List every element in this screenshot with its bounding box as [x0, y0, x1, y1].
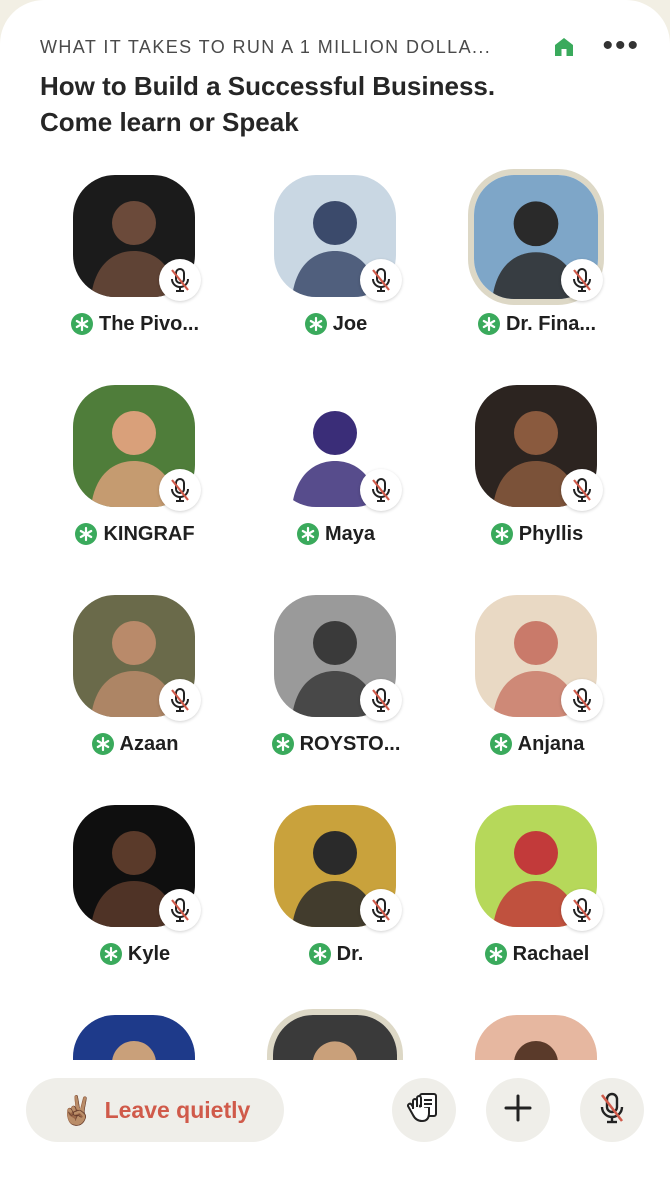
room-title: How to Build a Successful Business. Come…	[40, 68, 600, 140]
speaker-name-row: Dr.	[236, 939, 436, 969]
room-header: WHAT IT TAKES TO RUN A 1 MILLION DOLLA..…	[40, 30, 650, 140]
speaker-name: Dr.	[336, 942, 364, 965]
speaker-name-row: Azaan	[35, 729, 235, 759]
speaker-name-row: ROYSTO...	[236, 729, 436, 759]
moderator-icon	[70, 313, 93, 335]
muted-mic-icon	[561, 469, 603, 511]
moderator-icon	[477, 313, 500, 335]
speaker-name: Phyllis	[518, 522, 584, 545]
muted-mic-icon	[360, 469, 402, 511]
speaker-name-row: KINGRAF	[35, 519, 235, 549]
muted-mic-icon	[561, 259, 603, 301]
muted-mic-icon	[159, 679, 201, 721]
moderator-icon	[296, 523, 319, 545]
speaker-name: Azaan	[119, 732, 179, 755]
mic-muted-icon	[597, 1091, 627, 1130]
club-row: WHAT IT TAKES TO RUN A 1 MILLION DOLLA..…	[40, 30, 650, 64]
avatar[interactable]	[73, 1015, 195, 1060]
house-icon	[554, 36, 576, 58]
speaker-name-row: The Pivo...	[35, 309, 235, 339]
moderator-icon	[484, 943, 507, 965]
speaker-grid: The Pivo... Joe Dr. Fina... KINGRAF Maya Phyl…	[0, 0, 670, 1060]
room-title-line1: How to Build a Successful Business.	[40, 71, 496, 101]
moderator-icon	[304, 313, 327, 335]
muted-mic-icon	[159, 469, 201, 511]
peace-sign-icon: ✌🏽	[59, 1094, 95, 1126]
muted-mic-icon	[159, 259, 201, 301]
speaker-name: Dr. Fina...	[505, 312, 597, 335]
speaker-name: Kyle	[127, 942, 171, 965]
muted-mic-icon	[159, 889, 201, 931]
speaker-name-row: Dr. Fina...	[437, 309, 637, 339]
speaker-name: The Pivo...	[98, 312, 200, 335]
raise-hand-icon	[405, 1089, 443, 1132]
speaker-name: ROYSTO...	[299, 732, 401, 755]
speaker-name-row: Rachael	[437, 939, 637, 969]
avatar[interactable]	[475, 1015, 597, 1060]
muted-mic-icon	[561, 679, 603, 721]
moderator-icon	[489, 733, 512, 755]
speaker-name: Anjana	[517, 732, 585, 755]
add-button[interactable]	[486, 1078, 550, 1142]
more-options-icon[interactable]: •••	[602, 31, 640, 61]
speaker-name: Joe	[332, 312, 368, 335]
speaker-name-row: Maya	[236, 519, 436, 549]
speaker-name: KINGRAF	[103, 522, 195, 545]
raise-hand-button[interactable]	[392, 1078, 456, 1142]
moderator-icon	[490, 523, 513, 545]
speaker-name-row: Anjana	[437, 729, 637, 759]
avatar[interactable]	[267, 1009, 403, 1060]
moderator-icon	[91, 733, 114, 755]
mic-toggle-button[interactable]	[580, 1078, 644, 1142]
room-title-line2: Come learn or Speak	[40, 107, 299, 137]
bottom-bar: ✌🏽 Leave quietly	[0, 1060, 670, 1200]
muted-mic-icon	[360, 889, 402, 931]
speaker-name-row: Phyllis	[437, 519, 637, 549]
muted-mic-icon	[360, 259, 402, 301]
speaker-name: Maya	[324, 522, 376, 545]
plus-icon	[501, 1091, 535, 1130]
club-name[interactable]: WHAT IT TAKES TO RUN A 1 MILLION DOLLA..…	[40, 37, 540, 58]
muted-mic-icon	[561, 889, 603, 931]
speaker-name: Rachael	[512, 942, 590, 965]
room-card: The Pivo... Joe Dr. Fina... KINGRAF Maya Phyl…	[0, 0, 670, 1200]
muted-mic-icon	[360, 679, 402, 721]
moderator-icon	[75, 523, 98, 545]
moderator-icon	[308, 943, 331, 965]
speaker-name-row: Kyle	[35, 939, 235, 969]
leave-quietly-button[interactable]: ✌🏽 Leave quietly	[26, 1078, 284, 1142]
leave-quietly-label: Leave quietly	[104, 1096, 251, 1123]
speaker-name-row: Joe	[236, 309, 436, 339]
moderator-icon	[99, 943, 122, 965]
moderator-icon	[271, 733, 294, 755]
